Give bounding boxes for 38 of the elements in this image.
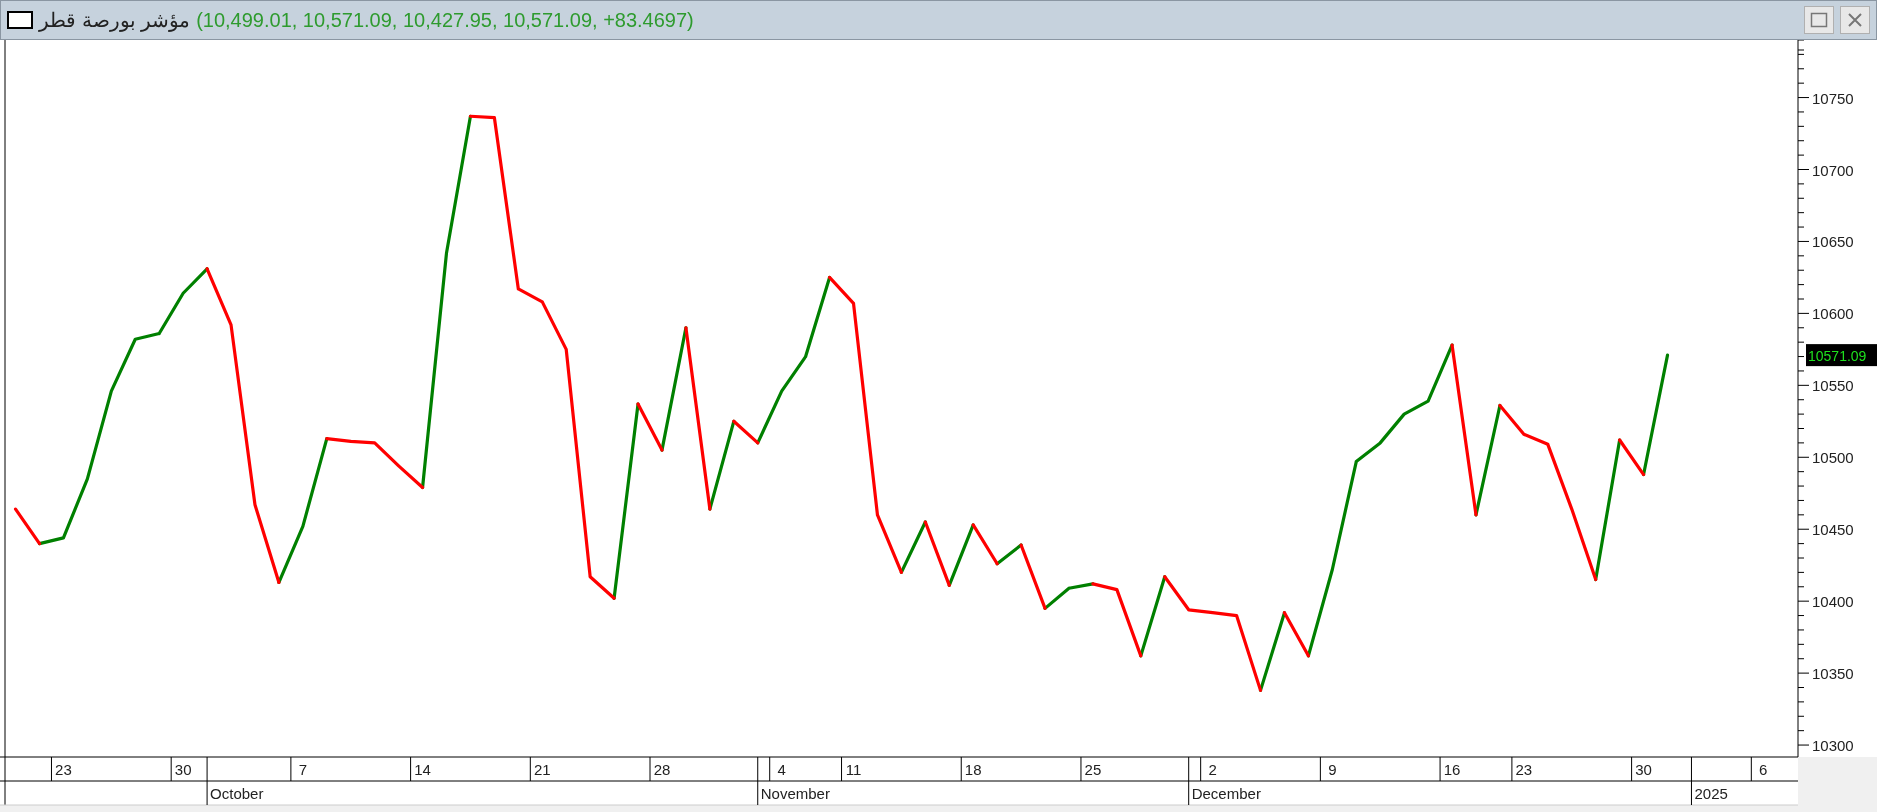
month-label: November [760,785,830,802]
y-axis-label: 10350 [1812,665,1854,683]
x-axis-label: 2 [1208,761,1217,778]
x-axis-label: 9 [1328,761,1337,778]
x-axis-label: 11 [845,761,862,778]
x-axis-label: 21 [533,761,551,778]
x-axis-label: 30 [1635,761,1652,778]
close-button[interactable] [1840,6,1870,34]
month-label: October [210,785,264,802]
x-axis-label: 30 [174,761,192,778]
maximize-icon [1810,12,1828,28]
x-axis-label: 28 [653,761,671,778]
month-label: December [1191,785,1261,802]
y-axis-label: 10400 [1812,593,1854,611]
month-label: 2025 [1694,785,1728,802]
x-axis-label: 16 [1443,761,1461,778]
x-axis-label: 18 [964,761,982,778]
maximize-button[interactable] [1804,6,1834,34]
x-axis-label: 6 [1759,761,1768,778]
index-name: مؤشر بورصة قطر [39,8,191,32]
y-axis-label: 10500 [1812,449,1854,467]
x-axis-label: 23 [1515,761,1533,778]
x-axis-label: 25 [1084,761,1102,778]
y-axis-label: 10750 [1812,89,1854,107]
x-axis-label: 14 [414,761,431,778]
window-icon [7,11,33,29]
y-axis-label: 10300 [1812,737,1854,755]
close-icon [1847,12,1863,28]
x-axis-label: 4 [777,761,786,778]
y-axis-label: 10550 [1812,377,1854,395]
y-axis-label: 10600 [1812,305,1854,323]
y-axis-label: 10700 [1812,161,1854,179]
price-values: (10,499.01, 10,571.09, 10,427.95, 10,571.09, +83.4697) [196,8,694,32]
y-axis-label: 10450 [1812,521,1854,539]
x-axis-label: 23 [55,761,72,778]
x-axis-label: 7 [298,761,308,778]
price-tag: 10571.09 [1806,344,1877,367]
y-axis-label: 10650 [1812,233,1854,251]
